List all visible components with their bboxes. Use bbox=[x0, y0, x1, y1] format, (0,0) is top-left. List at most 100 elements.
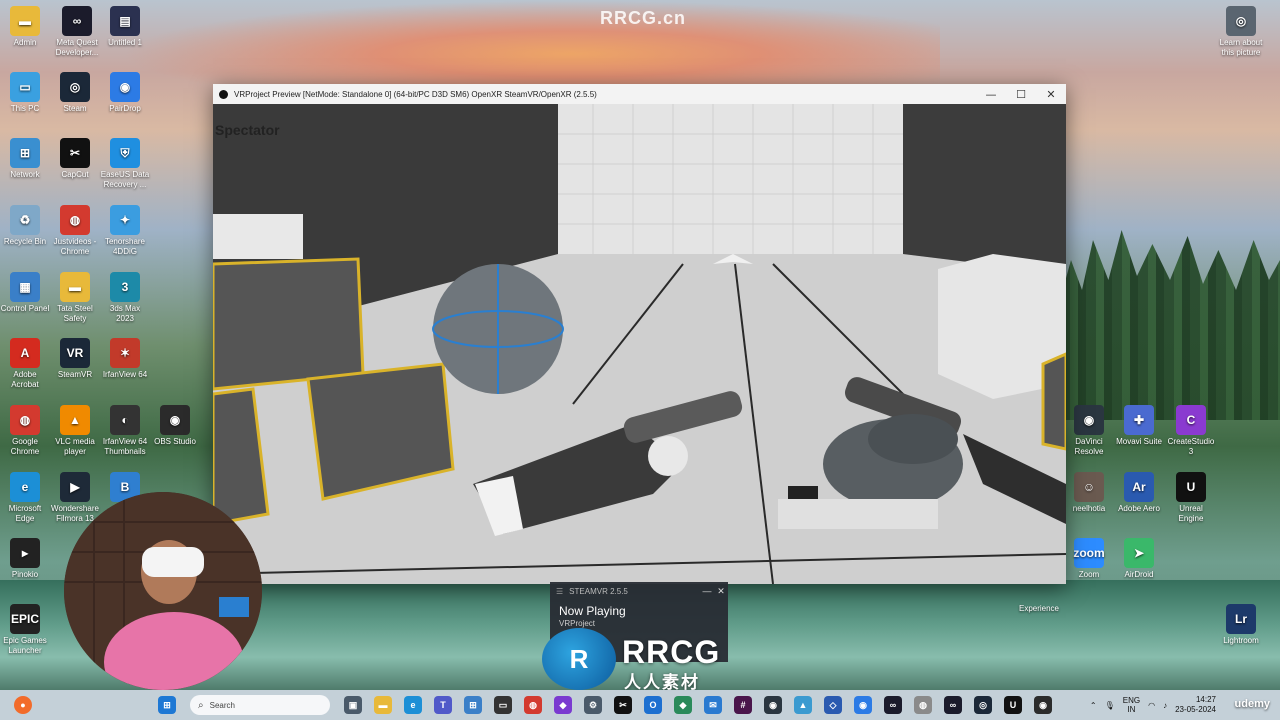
meta-icon[interactable]: ∞ bbox=[884, 696, 902, 714]
panda-icon: ◐ bbox=[110, 405, 140, 435]
notification-avatar-icon[interactable]: ● bbox=[14, 696, 32, 714]
desktop-icon[interactable]: Lr Lightroom bbox=[1216, 604, 1266, 646]
slack-icon[interactable]: # bbox=[734, 696, 752, 714]
desktop-icon[interactable]: ✦ Tenorshare 4DDiG bbox=[100, 205, 150, 257]
desktop-icon[interactable]: A Adobe Acrobat bbox=[0, 338, 50, 390]
desktop-icon[interactable]: ◉ OBS Studio bbox=[150, 405, 200, 447]
obs-icon[interactable]: ◉ bbox=[1034, 696, 1052, 714]
wallpaper-sunset bbox=[120, 0, 940, 90]
search-box[interactable]: ⌕ Search bbox=[190, 695, 330, 715]
desktop-icon-label: Experience bbox=[1018, 604, 1060, 613]
mail-icon[interactable]: ✉ bbox=[704, 696, 722, 714]
desktop-icon[interactable]: ◉ DaVinci Resolve bbox=[1064, 405, 1114, 457]
davinci-icon[interactable]: ◉ bbox=[764, 696, 782, 714]
desktop-icon[interactable]: ▤ Untitled 1 bbox=[100, 6, 150, 48]
desktop-icon[interactable]: ◍ Google Chrome bbox=[0, 405, 50, 457]
desktop-icon-label: IrfanView 64 Thumbnails bbox=[102, 437, 148, 456]
chrome-alt-icon[interactable]: ◍ bbox=[914, 696, 932, 714]
shield-icon[interactable]: ◆ bbox=[674, 696, 692, 714]
edge-icon[interactable]: e bbox=[404, 696, 422, 714]
desktop-icon[interactable]: ✚ Movavi Suite bbox=[1114, 405, 1164, 447]
capcut-icon: ✂ bbox=[60, 138, 90, 168]
windows-start-icon[interactable]: ⊞ bbox=[158, 696, 176, 714]
drag-handle-icon[interactable]: ☰ bbox=[556, 587, 563, 596]
lang-bottom: IN bbox=[1127, 705, 1136, 714]
document-icon: ▤ bbox=[110, 6, 140, 36]
volume-icon[interactable]: ♪ bbox=[1163, 701, 1167, 710]
desktop-icon[interactable]: ◐ IrfanView 64 Thumbnails bbox=[100, 405, 150, 457]
vr-preview-window[interactable]: VRProject Preview [NetMode: Standalone 0… bbox=[213, 84, 1066, 584]
minimize-button[interactable]: — bbox=[976, 84, 1006, 104]
window-titlebar[interactable]: VRProject Preview [NetMode: Standalone 0… bbox=[213, 84, 1066, 104]
teams-icon[interactable]: T bbox=[434, 696, 452, 714]
wallpaper-trees bbox=[1060, 230, 1280, 420]
desktop-icon[interactable]: ✶ IrfanView 64 bbox=[100, 338, 150, 380]
rrcg-logo-text: RRCG bbox=[622, 634, 721, 670]
desktop-icon[interactable]: ∞ Meta Quest Developer... bbox=[52, 6, 102, 58]
capcut-icon[interactable]: ✂ bbox=[614, 696, 632, 714]
desktop-icon[interactable]: zoom Zoom bbox=[1064, 538, 1114, 580]
vs-icon[interactable]: ◆ bbox=[554, 696, 572, 714]
file-explorer-icon[interactable]: ▬ bbox=[374, 696, 392, 714]
desktop-icon[interactable]: ⛨ EaseUS Data Recovery ... bbox=[100, 138, 150, 190]
chrome-icon[interactable]: ◍ bbox=[524, 696, 542, 714]
desktop-icon[interactable]: C CreateStudio 3 bbox=[1166, 405, 1216, 457]
desktop-icon[interactable]: ✂ CapCut bbox=[50, 138, 100, 180]
desktop-icon[interactable]: ◎ Steam bbox=[50, 72, 100, 114]
task-view-icon[interactable]: ▣ bbox=[344, 696, 362, 714]
desktop-icon[interactable]: ▬ Admin bbox=[0, 6, 50, 48]
steam-icon[interactable]: ◎ bbox=[974, 696, 992, 714]
desktop-icon[interactable]: ♻ Recycle Bin bbox=[0, 205, 50, 247]
desktop-icon[interactable]: ▦ Control Panel bbox=[0, 272, 50, 314]
desktop-icon[interactable]: Ar Adobe Aero bbox=[1114, 472, 1164, 514]
chevron-up-icon[interactable]: ⌃ bbox=[1090, 701, 1097, 710]
close-button[interactable]: ✕ bbox=[1036, 84, 1066, 104]
clock-time: 14:27 bbox=[1195, 695, 1216, 704]
desktop-icon[interactable]: EPIC Epic Games Launcher bbox=[0, 604, 50, 656]
desktop-icon[interactable]: ◎ Learn about this picture bbox=[1216, 6, 1266, 58]
maximize-button[interactable]: ☐ bbox=[1006, 84, 1036, 104]
desktop-icon-label: Zoom bbox=[1078, 570, 1100, 579]
desktop-icon-label: Pinokio bbox=[11, 570, 39, 579]
desktop-icon[interactable]: VR SteamVR bbox=[50, 338, 100, 380]
unreal-icon[interactable]: U bbox=[1004, 696, 1022, 714]
control-panel-icon: ▦ bbox=[10, 272, 40, 302]
pinokio-icon: ▸ bbox=[10, 538, 40, 568]
microphone-icon[interactable]: 🎙 bbox=[1105, 701, 1115, 710]
desktop-icon-label: EaseUS Data Recovery ... bbox=[100, 170, 150, 189]
desktop-icon-label: Untitled 1 bbox=[108, 38, 142, 47]
desktop-icon[interactable]: ▶ Wondershare Filmora 13 bbox=[50, 472, 100, 524]
pairdrop-icon[interactable]: ◉ bbox=[854, 696, 872, 714]
desktop-icon[interactable]: U Unreal Engine bbox=[1166, 472, 1216, 524]
desktop-icon-label: Unreal Engine bbox=[1178, 504, 1204, 523]
steamvr-minimize-button[interactable]: — bbox=[700, 586, 714, 596]
wifi-icon[interactable]: ◠ bbox=[1148, 701, 1155, 710]
desktop-icon-label: Tenorshare 4DDiG bbox=[104, 237, 146, 256]
desktop-icon[interactable]: ◉ PairDrop bbox=[100, 72, 150, 114]
steamvr-close-button[interactable]: ✕ bbox=[714, 586, 728, 597]
desktop-icon[interactable]: ▸ Pinokio bbox=[0, 538, 50, 580]
tenorshare-icon: ✦ bbox=[110, 205, 140, 235]
desktop-icon[interactable]: e Microsoft Edge bbox=[0, 472, 50, 524]
capture-icon[interactable]: ▭ bbox=[494, 696, 512, 714]
desktop-icon[interactable]: ▲ VLC media player bbox=[50, 405, 100, 457]
clock[interactable]: 14:27 23-05-2024 bbox=[1175, 695, 1216, 715]
desktop-icon[interactable]: ☺ neelhotia bbox=[1064, 472, 1114, 514]
photos-icon[interactable]: ▲ bbox=[794, 696, 812, 714]
store-icon[interactable]: ⊞ bbox=[464, 696, 482, 714]
desktop-icon[interactable]: ▬ Tata Steel Safety bbox=[50, 272, 100, 324]
desktop-icon[interactable]: 3 3ds Max 2023 bbox=[100, 272, 150, 324]
folder-icon: ▬ bbox=[10, 6, 40, 36]
settings-icon[interactable]: ⚙ bbox=[584, 696, 602, 714]
meta-quest-icon[interactable]: ∞ bbox=[944, 696, 962, 714]
desktop-icon[interactable]: ▭ This PC bbox=[0, 72, 50, 114]
desktop-icon[interactable]: ◍ Justvideos - Chrome bbox=[50, 205, 100, 257]
rrcg-logo-mark: R bbox=[542, 628, 616, 690]
desktop-icon[interactable]: ⊞ Network bbox=[0, 138, 50, 180]
outlook-icon[interactable]: O bbox=[644, 696, 662, 714]
language-indicator[interactable]: ENG IN bbox=[1123, 696, 1140, 714]
desktop-icon-label: Adobe Aero bbox=[1118, 504, 1160, 513]
desktop-icon[interactable]: ➤ AirDroid bbox=[1114, 538, 1164, 580]
sketch-icon[interactable]: ◇ bbox=[824, 696, 842, 714]
vr-viewport[interactable]: Spectator bbox=[213, 104, 1066, 584]
